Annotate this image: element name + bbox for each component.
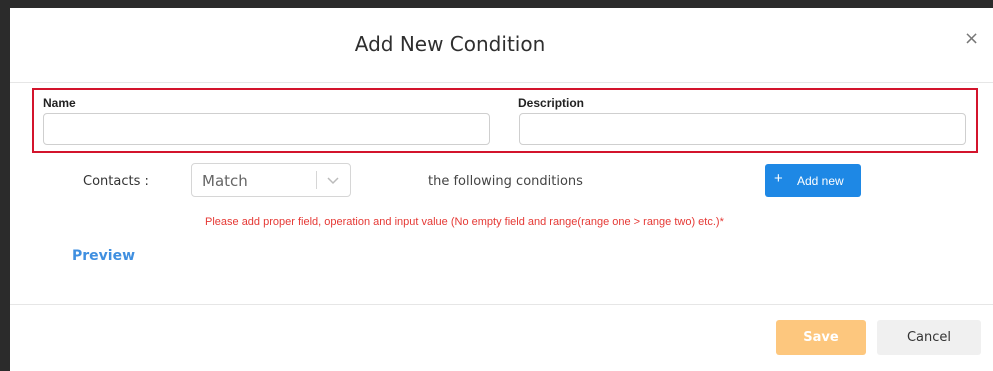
add-condition-modal: Add New Condition × Name Description Con… [10,8,993,371]
save-button[interactable]: Save [776,320,866,355]
validation-error: Please add proper field, operation and i… [205,216,724,228]
name-label: Name [43,96,76,110]
plus-icon: + [774,170,783,187]
following-conditions-text: the following conditions [428,174,583,189]
backdrop [0,0,10,371]
footer-divider [10,304,993,305]
match-select[interactable]: Match [191,163,351,197]
select-separator [316,171,317,189]
chevron-down-icon[interactable] [325,172,341,188]
close-icon[interactable]: × [964,30,979,48]
add-new-label: Add new [797,174,844,188]
add-new-button[interactable]: + Add new [765,164,861,197]
description-label: Description [518,96,585,110]
description-input[interactable] [519,113,966,145]
match-select-value: Match [202,172,248,190]
modal-title: Add New Condition [354,32,546,56]
preview-link[interactable]: Preview [72,248,135,264]
contacts-label: Contacts : [83,174,149,189]
modal-header: Add New Condition × [10,8,993,83]
name-input[interactable] [43,113,490,145]
cancel-button[interactable]: Cancel [877,320,981,355]
